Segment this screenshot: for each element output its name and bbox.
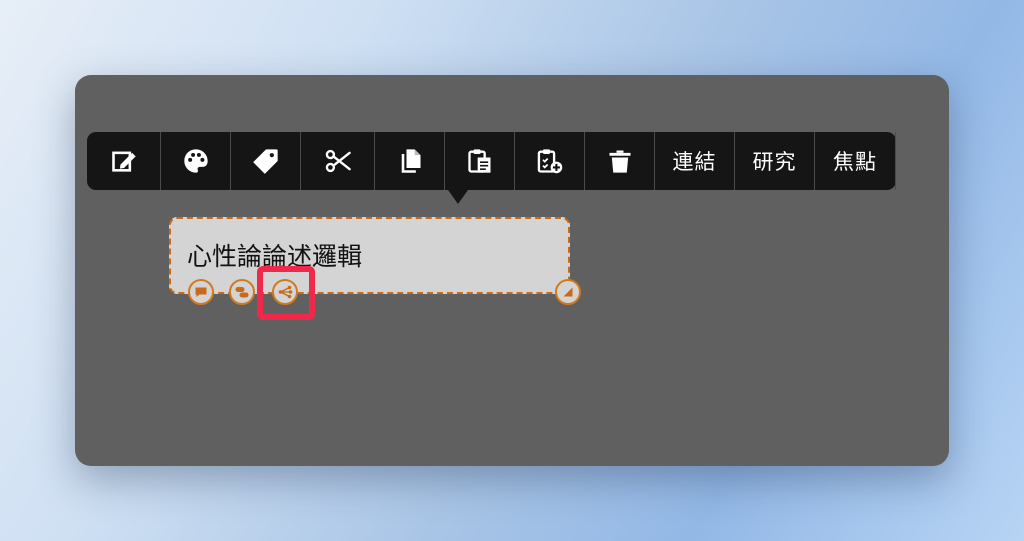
- focus-label: 焦點: [833, 150, 877, 174]
- paste-button[interactable]: [445, 132, 515, 190]
- edit-icon: [111, 151, 136, 172]
- copy-button[interactable]: [375, 132, 445, 190]
- group-button[interactable]: [229, 279, 255, 305]
- trash-icon: [609, 150, 630, 173]
- paste-as-child-button[interactable]: [515, 132, 585, 190]
- highlight-box: [257, 266, 315, 320]
- mind-map-node[interactable]: 心性論論述邏輯: [169, 217, 570, 294]
- cut-button[interactable]: [301, 132, 375, 190]
- node-context-toolbar: 連結 研究 焦點: [87, 132, 896, 204]
- toolbar-pointer: [448, 190, 468, 204]
- copy-icon: [401, 149, 420, 173]
- tag-button[interactable]: [231, 132, 301, 190]
- research-button[interactable]: 研究: [735, 132, 815, 190]
- resize-handle[interactable]: [555, 279, 581, 305]
- group-icon: [235, 287, 249, 298]
- link-button[interactable]: 連結: [655, 132, 735, 190]
- paste-as-child-icon: [537, 149, 562, 174]
- link-label: 連結: [672, 150, 717, 174]
- scissors-icon: [325, 149, 351, 173]
- color-button[interactable]: [161, 132, 231, 190]
- palette-icon: [183, 149, 208, 173]
- tag-icon: [252, 149, 278, 174]
- research-label: 研究: [752, 150, 797, 174]
- focus-button[interactable]: 焦點: [815, 132, 896, 190]
- paste-icon: [467, 149, 490, 173]
- delete-button[interactable]: [585, 132, 655, 190]
- comment-button[interactable]: [188, 279, 214, 305]
- edit-button[interactable]: [87, 132, 161, 190]
- comment-icon: [195, 287, 207, 297]
- resize-icon: [563, 287, 573, 297]
